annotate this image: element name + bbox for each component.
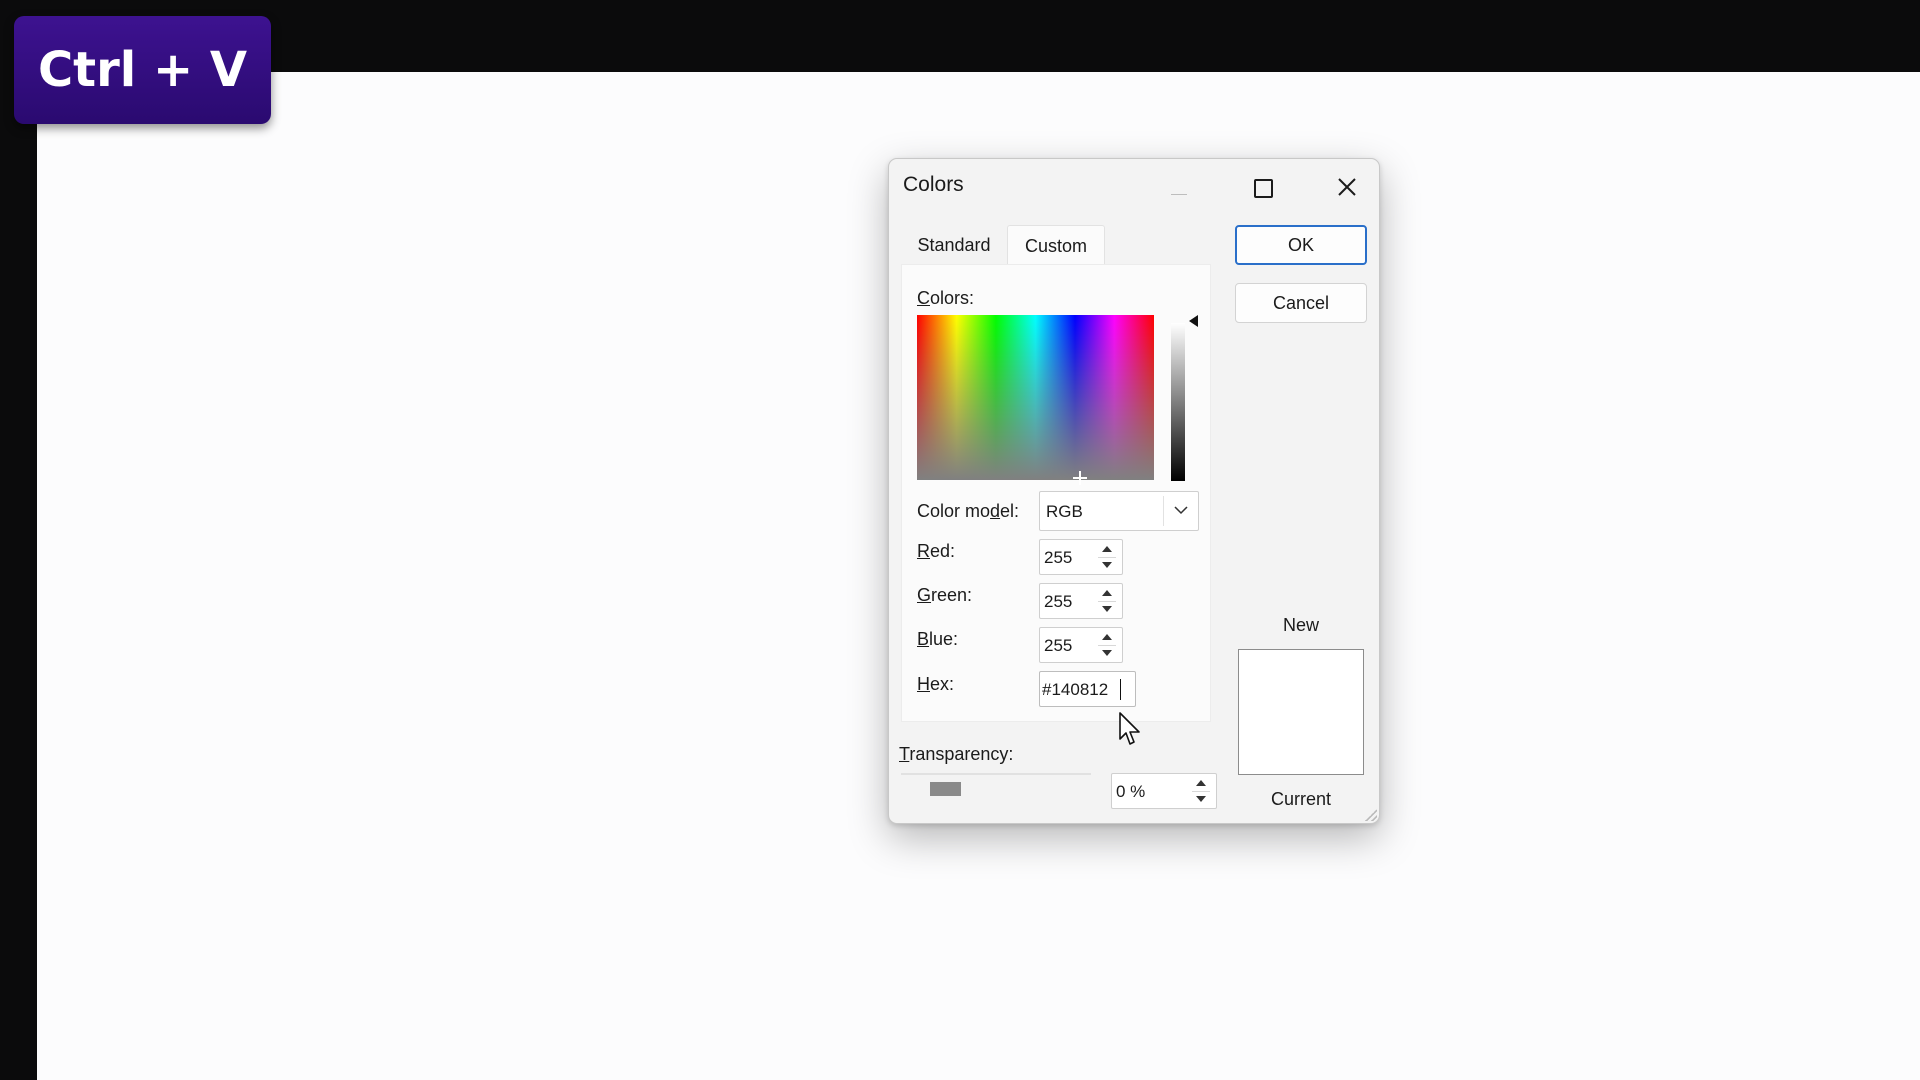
- color-model-select[interactable]: RGB: [1039, 491, 1199, 531]
- ok-button[interactable]: OK: [1235, 225, 1367, 265]
- green-decrement-button[interactable]: [1094, 601, 1120, 617]
- blue-label: Blue:: [917, 629, 959, 649]
- transparency-value: 0 %: [1116, 782, 1146, 801]
- colors-label: Colors:: [917, 288, 975, 308]
- red-decrement-button[interactable]: [1094, 557, 1120, 573]
- new-color-label: New: [1282, 615, 1319, 635]
- color-preview-swatch: [1238, 649, 1364, 775]
- green-spinbox[interactable]: 255: [1039, 583, 1123, 619]
- crosshair-icon[interactable]: [1073, 471, 1087, 485]
- top-bar: [0, 0, 1920, 72]
- blue-increment-button[interactable]: [1094, 629, 1120, 645]
- red-value: 255: [1044, 548, 1073, 567]
- color-spectrum[interactable]: [917, 315, 1154, 480]
- green-increment-button[interactable]: [1094, 585, 1120, 601]
- color-model-label: Color model:: [917, 501, 1020, 521]
- current-color-label: Current: [1270, 789, 1332, 809]
- green-label: Green:: [917, 585, 973, 605]
- chevron-down-icon: [1174, 506, 1188, 515]
- dialog-title: Colors: [903, 173, 964, 196]
- resize-grip-icon[interactable]: [1365, 809, 1377, 821]
- blue-spinbox[interactable]: 255: [1039, 627, 1123, 663]
- red-increment-button[interactable]: [1094, 541, 1120, 557]
- close-icon: [1338, 178, 1356, 196]
- red-spinbox[interactable]: 255: [1039, 539, 1123, 575]
- text-caret: [1120, 679, 1121, 700]
- transparency-label: Transparency:: [899, 744, 1014, 764]
- select-divider: [1163, 496, 1164, 526]
- color-model-value: RGB: [1046, 502, 1083, 521]
- close-button[interactable]: [1327, 169, 1367, 207]
- maximize-button[interactable]: [1243, 169, 1283, 207]
- luminance-pointer-icon[interactable]: [1189, 315, 1198, 327]
- blue-decrement-button[interactable]: [1094, 645, 1120, 661]
- red-label: Red:: [917, 541, 956, 561]
- transparency-decrement-button[interactable]: [1188, 791, 1214, 807]
- hex-input[interactable]: #140812: [1039, 671, 1136, 707]
- cancel-button[interactable]: Cancel: [1235, 283, 1367, 323]
- hex-value: #140812: [1042, 680, 1109, 699]
- transparency-slider-track[interactable]: [901, 773, 1091, 775]
- minimize-button[interactable]: [1159, 169, 1199, 207]
- mouse-pointer-icon: [1119, 712, 1140, 745]
- transparency-increment-button[interactable]: [1188, 775, 1214, 791]
- tab-custom[interactable]: Custom: [1007, 225, 1105, 265]
- blue-value: 255: [1044, 636, 1073, 655]
- transparency-slider-thumb[interactable]: [930, 782, 961, 796]
- hex-label: Hex:: [917, 674, 955, 694]
- shortcut-badge: Ctrl + V: [14, 16, 271, 124]
- left-bar: [0, 0, 37, 1080]
- transparency-spinbox[interactable]: 0 %: [1111, 773, 1217, 809]
- luminance-slider[interactable]: [1171, 323, 1185, 481]
- green-value: 255: [1044, 592, 1073, 611]
- tab-standard[interactable]: Standard: [901, 225, 1007, 265]
